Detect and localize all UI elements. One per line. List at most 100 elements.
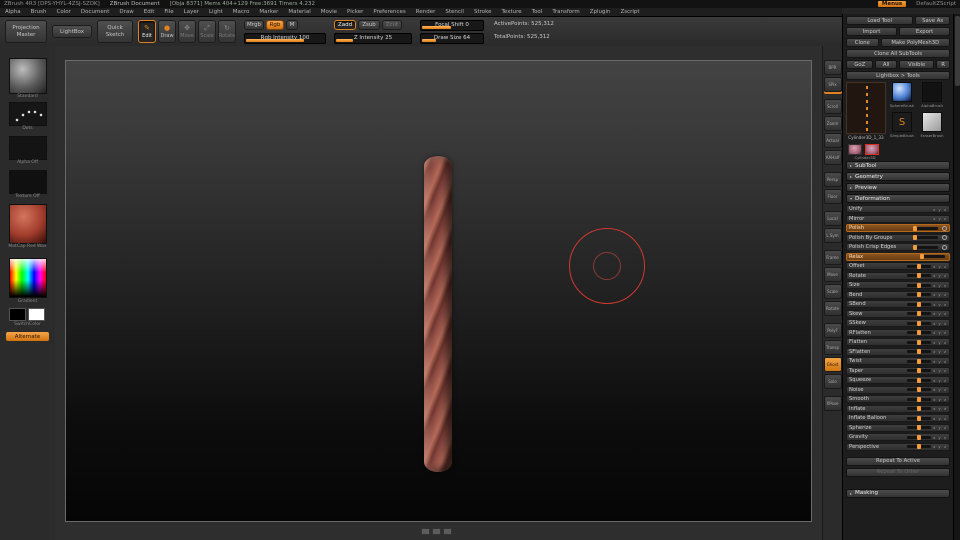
secondary-color-swatch[interactable] [28, 308, 45, 321]
deformation-polish[interactable]: Polish [846, 224, 950, 232]
axis-toggles[interactable]: x y z [933, 264, 947, 269]
cylinder3d-selected-thumbnail[interactable] [865, 144, 879, 155]
menu-marker[interactable]: Marker [254, 9, 283, 15]
deformation-slider-dot[interactable] [913, 244, 918, 250]
axis-toggles[interactable]: x y z [933, 416, 947, 421]
axis-toggles[interactable]: x y z [933, 397, 947, 402]
spiral-cylinder-model[interactable] [424, 156, 452, 472]
goz-button[interactable]: GoZ [846, 60, 874, 69]
strip-l-sym-button[interactable]: L.Sym [823, 228, 842, 243]
axis-toggles[interactable]: x y z [933, 425, 947, 430]
deformation-slider-track[interactable] [907, 311, 932, 316]
strip-bpr-button[interactable]: BPR [823, 60, 842, 75]
menu-brush[interactable]: Brush [26, 9, 52, 15]
lightbox-tools-button[interactable]: Lightbox > Tools [846, 71, 950, 80]
menu-color[interactable]: Color [52, 9, 76, 15]
deformation-mirror[interactable]: Mirror x y z [846, 214, 950, 223]
mrgb-button[interactable]: Mrgb [244, 20, 264, 30]
deformation-slider-track[interactable] [907, 415, 932, 421]
geometry-section-header[interactable]: ▸ Geometry [846, 172, 950, 181]
canvas-scroll-handle[interactable] [421, 528, 452, 535]
export-button[interactable]: Export [899, 27, 950, 36]
spherebrush-thumbnail[interactable] [892, 82, 912, 102]
axis-toggles[interactable]: x y z [933, 216, 947, 221]
deformation-inflate[interactable]: Inflate x y z [846, 404, 950, 413]
eraserbrush-thumbnail[interactable] [922, 112, 942, 132]
deformation-slider-dot[interactable] [917, 282, 922, 288]
repeat-to-active-button[interactable]: Repeat To Active [846, 456, 950, 466]
deformation-relax[interactable]: Relax [846, 252, 950, 261]
current-stroke-thumbnail[interactable] [9, 102, 47, 126]
current-material-thumbnail[interactable] [9, 204, 47, 244]
deformation-slider-track[interactable] [907, 444, 932, 449]
axis-toggles[interactable]: x y z [933, 340, 947, 345]
menu-macro[interactable]: Macro [228, 9, 255, 15]
preview-section-header[interactable]: ▸ Preview [846, 183, 950, 192]
goz-all-button[interactable]: All [875, 60, 897, 69]
axis-toggles[interactable]: x y z [933, 378, 947, 383]
deformation-slider-dot[interactable] [917, 415, 922, 421]
axis-toggles[interactable]: x y z [933, 302, 947, 307]
menu-material[interactable]: Material [283, 9, 315, 15]
deformation-slider-track[interactable] [920, 254, 945, 259]
deformation-slider-track[interactable] [907, 339, 932, 345]
axis-toggles[interactable]: x y z [933, 273, 947, 278]
alternate-button[interactable]: Alternate [6, 332, 49, 341]
strip-spix-button[interactable]: SPix [823, 77, 842, 92]
axis-toggles[interactable]: x y z [933, 359, 947, 364]
deformation-bend[interactable]: Bend x y z [846, 290, 950, 299]
axis-toggles[interactable]: x y z [933, 368, 947, 373]
deformation-slider-track[interactable] [913, 225, 938, 231]
main-color-swatch[interactable] [9, 308, 26, 321]
menu-layer[interactable]: Layer [179, 9, 204, 15]
current-alpha-thumbnail[interactable] [9, 136, 47, 160]
menu-light[interactable]: Light [204, 9, 228, 15]
strip-solo-button[interactable]: Solo [823, 374, 842, 389]
goz-r-button[interactable]: R [936, 60, 950, 69]
deformation-slider-dot[interactable] [917, 377, 922, 383]
deformation-unify[interactable]: Unify x y z [846, 205, 950, 213]
move-button[interactable]: ✥ Move [178, 20, 196, 43]
deformation-rflatten[interactable]: RFlatten x y z [846, 328, 950, 337]
deformation-circle-toggle[interactable] [942, 244, 947, 250]
zadd-button[interactable]: Zadd [334, 20, 356, 30]
projection-master-button[interactable]: Projection Master [5, 20, 47, 43]
deformation-circle-toggle[interactable] [942, 235, 947, 240]
deformation-squeeze[interactable]: Squeeze x y z [846, 376, 950, 384]
deformation-slider-track[interactable] [907, 406, 932, 411]
deformation-slider-track[interactable] [907, 292, 932, 297]
menu-render[interactable]: Render [411, 9, 441, 15]
strip-ghost-button[interactable]: Ghost [823, 357, 842, 372]
quick-sketch-button[interactable]: Quick Sketch [97, 20, 133, 43]
subtool-section-header[interactable]: ▸ SubTool [846, 161, 950, 170]
menu-edit[interactable]: Edit [139, 9, 160, 15]
deformation-slider-dot[interactable] [917, 406, 922, 411]
deformation-slider-dot[interactable] [917, 330, 922, 335]
axis-toggles[interactable]: x y z [933, 292, 947, 297]
document-canvas[interactable] [65, 60, 812, 522]
deformation-slider-dot[interactable] [917, 368, 922, 373]
deformation-slider-dot[interactable] [917, 425, 922, 430]
deformation-slider-track[interactable] [907, 273, 932, 278]
strip-local-button[interactable]: Local [823, 211, 842, 226]
deformation-slider-track[interactable] [907, 358, 932, 364]
deformation-section-header[interactable]: ▾ Deformation [846, 194, 950, 203]
menu-preferences[interactable]: Preferences [368, 9, 410, 15]
deformation-slider-track[interactable] [907, 282, 932, 288]
axis-toggles[interactable]: x y z [933, 444, 947, 449]
menu-draw[interactable]: Draw [114, 9, 138, 15]
deformation-sskew[interactable]: SSkew x y z [846, 319, 950, 327]
axis-toggles[interactable]: x y z [933, 207, 947, 212]
deformation-sbend[interactable]: SBend x y z [846, 300, 950, 308]
strip-scroll-button[interactable]: Scroll [823, 99, 842, 114]
deformation-slider-dot[interactable] [917, 301, 922, 307]
deformation-noise[interactable]: Noise x y z [846, 385, 950, 394]
deformation-slider-dot[interactable] [917, 396, 922, 402]
deformation-slider-dot[interactable] [917, 349, 922, 354]
deformation-slider-dot[interactable] [917, 434, 922, 440]
axis-toggles[interactable]: x y z [933, 330, 947, 335]
rgb-button[interactable]: Rgb [266, 20, 284, 30]
deformation-slider-track[interactable] [907, 377, 932, 383]
menu-zscript[interactable]: Zscript [615, 9, 644, 15]
deformation-slider-track[interactable] [913, 235, 938, 240]
